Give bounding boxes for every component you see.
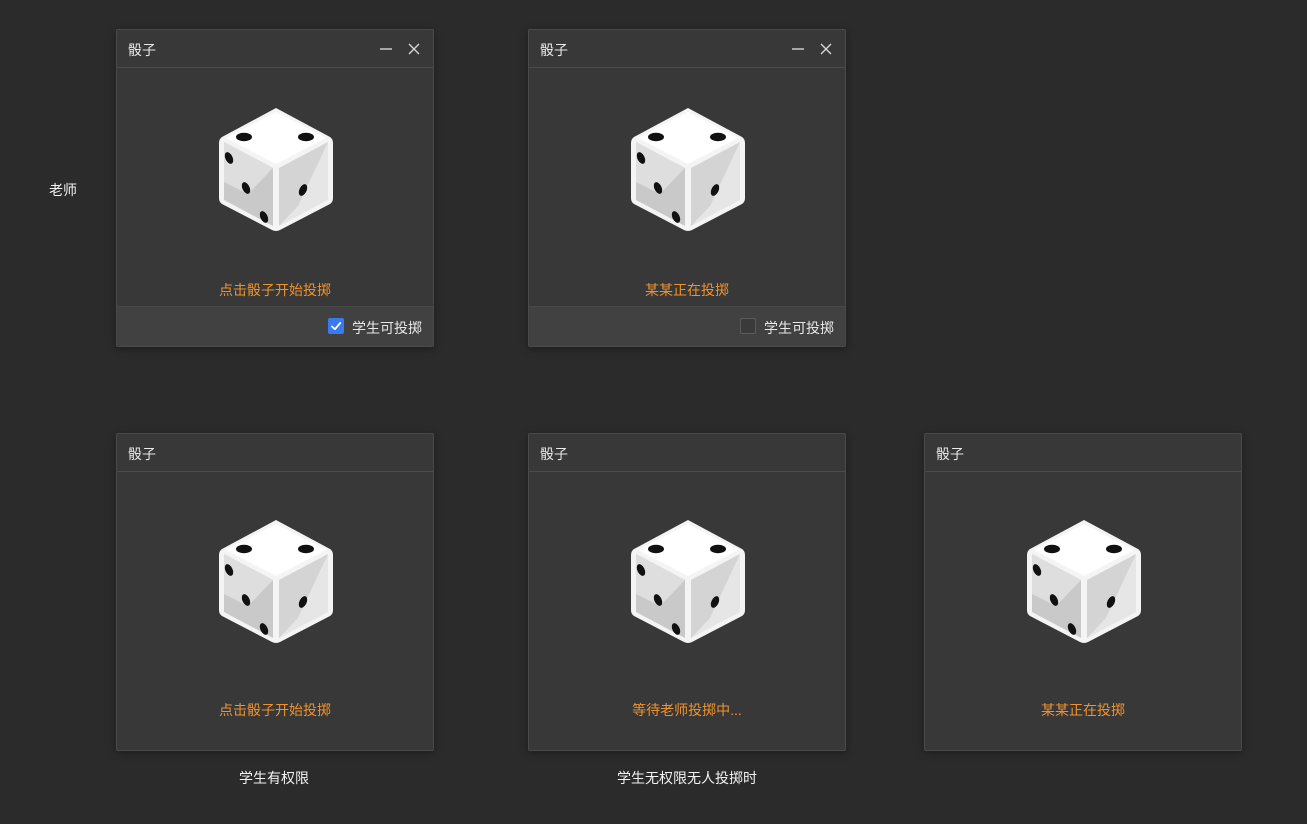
window-footer: 学生可投掷	[117, 306, 433, 346]
dice-button[interactable]	[630, 106, 746, 232]
caption-student-has-permission: 学生有权限	[239, 770, 309, 786]
status-text: 等待老师投掷中...	[632, 702, 742, 718]
dice-icon	[1026, 518, 1142, 644]
minimize-button[interactable]	[376, 39, 396, 59]
dice-icon	[630, 106, 746, 232]
minimize-button[interactable]	[788, 39, 808, 59]
dice-icon	[218, 106, 334, 232]
teacher-label: 老师	[49, 182, 77, 198]
title-bar: 骰子	[925, 434, 1241, 472]
window-title: 骰子	[936, 446, 964, 462]
status-text: 点击骰子开始投掷	[219, 702, 331, 718]
dice-window-student-someone-rolling: 骰子 某某正在投掷	[924, 433, 1242, 751]
dice-window-student-permitted: 骰子 点击骰子开始投掷	[116, 433, 434, 751]
student-can-roll-checkbox[interactable]	[328, 318, 344, 334]
dice-button[interactable]	[218, 106, 334, 232]
window-title: 骰子	[128, 446, 156, 462]
window-title: 骰子	[128, 42, 156, 58]
close-icon	[820, 43, 832, 55]
dice-window-student-waiting: 骰子 等待老师投掷中...	[528, 433, 846, 751]
window-footer: 学生可投掷	[529, 306, 845, 346]
title-bar: 骰子	[529, 434, 845, 472]
student-can-roll-checkbox[interactable]	[740, 318, 756, 334]
status-text: 某某正在投掷	[645, 282, 729, 298]
status-text: 某某正在投掷	[1041, 702, 1125, 718]
title-bar: 骰子	[117, 434, 433, 472]
close-icon	[408, 43, 420, 55]
dice-icon	[218, 518, 334, 644]
title-bar[interactable]: 骰子	[529, 30, 845, 68]
minimize-icon	[380, 48, 392, 50]
caption-student-no-permission: 学生无权限无人投掷时	[617, 770, 757, 786]
status-text: 点击骰子开始投掷	[219, 282, 331, 298]
checkmark-icon	[331, 322, 342, 331]
student-can-roll-label[interactable]: 学生可投掷	[764, 318, 834, 338]
title-bar[interactable]: 骰子	[117, 30, 433, 68]
window-title: 骰子	[540, 42, 568, 58]
close-button[interactable]	[816, 39, 836, 59]
minimize-icon	[792, 48, 804, 50]
dice-button[interactable]	[218, 518, 334, 644]
dice-icon	[630, 518, 746, 644]
dice-image	[1026, 518, 1142, 644]
dice-window-teacher-disabled: 骰子 某某正在投掷 学生可投掷	[528, 29, 846, 347]
dice-window-teacher-enabled: 骰子 点击骰子开始投掷 学生可投掷	[116, 29, 434, 347]
dice-image	[630, 518, 746, 644]
student-can-roll-label[interactable]: 学生可投掷	[352, 318, 422, 338]
close-button[interactable]	[404, 39, 424, 59]
window-title: 骰子	[540, 446, 568, 462]
